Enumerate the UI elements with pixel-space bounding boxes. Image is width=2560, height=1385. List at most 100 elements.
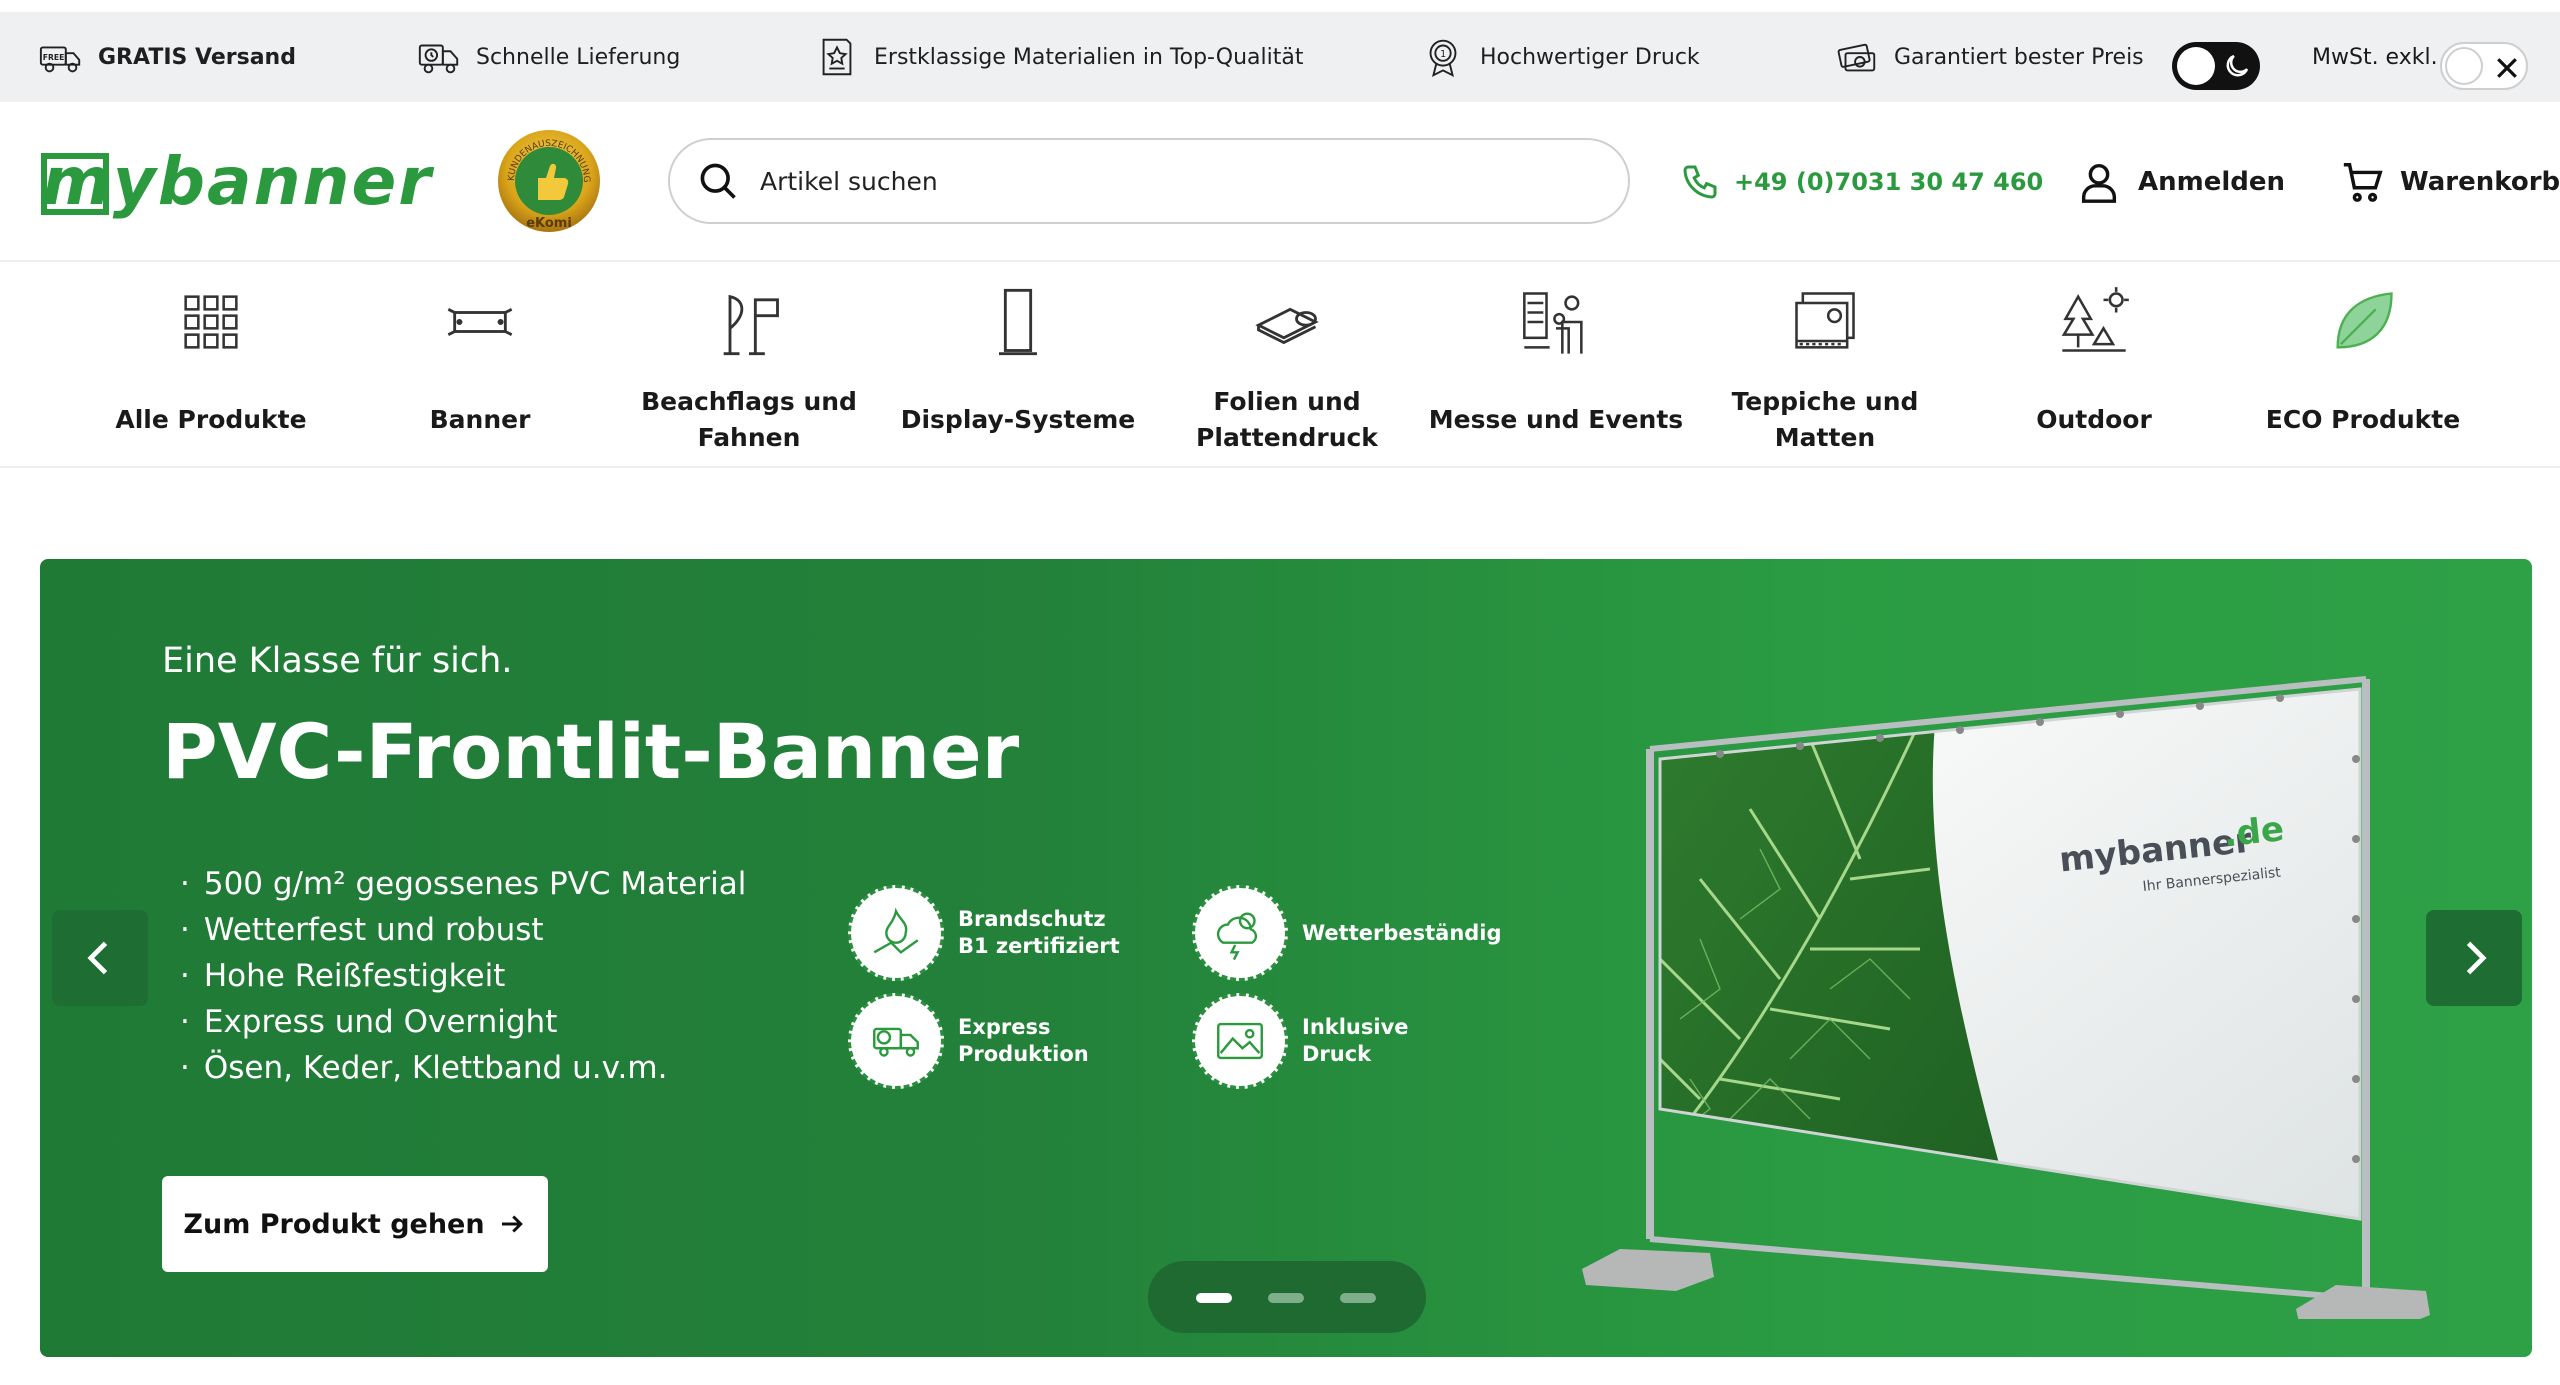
feature-label: Wetterbeständig: [1302, 920, 1502, 945]
svg-text:FREE: FREE: [43, 53, 65, 62]
slider-dot-2[interactable]: [1268, 1293, 1304, 1303]
vat-label: MwSt. exkl.: [2312, 44, 2438, 70]
user-icon: [2081, 163, 2117, 203]
category-label: Folien und Plattendruck: [1196, 387, 1378, 452]
category-carpets[interactable]: Teppiche und Matten: [1695, 284, 1955, 454]
hero-title: PVC-Frontlit-Banner: [162, 707, 1020, 796]
fence-banner-image: mybanner .de Ihr Bannerspezialist: [1582, 676, 2430, 1319]
slider-prev-button[interactable]: [52, 910, 148, 1006]
usp-label: GRATIS Versand: [98, 44, 296, 70]
usp-bar: FREE GRATIS Versand Schnelle Lieferung E…: [0, 12, 2560, 102]
mybanner-logo[interactable]: mybanner: [38, 146, 448, 220]
cart-icon: [2343, 163, 2383, 202]
ekomi-award-badge[interactable]: KUNDENAUSZEICHNUNG eKomi: [496, 128, 602, 234]
slider-next-button[interactable]: [2426, 910, 2522, 1006]
feature-label: Brandschutz B1 zertifiziert: [958, 907, 1120, 958]
svg-text:.de: .de: [2222, 809, 2286, 855]
image-print-icon: [1217, 1022, 1263, 1060]
price-money-icon: [1837, 43, 1876, 72]
weather-icon: [1216, 912, 1258, 961]
category-label: Outdoor: [2036, 405, 2152, 434]
certificate-icon: [822, 38, 852, 76]
usp-label: Hochwertiger Druck: [1480, 44, 1700, 70]
category-label: Banner: [429, 405, 531, 434]
moon-icon: [2226, 54, 2249, 77]
dark-mode-toggle[interactable]: [2172, 42, 2260, 90]
category-outdoor[interactable]: Outdoor: [1964, 284, 2224, 454]
phone-icon: [1683, 165, 1717, 199]
svg-text:1: 1: [1440, 49, 1446, 60]
banner-icon: [447, 308, 513, 336]
category-label: Alle Produkte: [115, 405, 307, 434]
search-input[interactable]: [760, 166, 1580, 196]
chevron-right-icon: [2466, 941, 2487, 975]
slider-pagination: [1148, 1261, 1426, 1333]
phone-link[interactable]: +49 (0)7031 30 47 460: [1680, 142, 2043, 222]
toggle-knob: [2177, 47, 2215, 85]
search-bar[interactable]: [668, 138, 1630, 224]
express-truck-icon: [873, 1027, 919, 1057]
category-label: Display-Systeme: [900, 405, 1136, 434]
hero-bullet: 500 g/m² gegossenes PVC Material: [180, 861, 746, 907]
arrow-right-icon: [501, 1215, 523, 1233]
category-display-systems[interactable]: Display-Systeme: [888, 284, 1148, 454]
hero-bullet: Express und Overnight: [180, 999, 746, 1045]
category-fairs-events[interactable]: Messe und Events: [1426, 284, 1686, 454]
feature-fire-protection: Brandschutz B1 zertifiziert: [848, 885, 1138, 981]
svg-text:eKomi: eKomi: [526, 216, 572, 231]
usp-materials: Erstklassige Materialien in Top-Qualität: [814, 12, 1303, 102]
category-beachflags[interactable]: Beachflags und Fahnen: [619, 284, 879, 454]
vat-toggle[interactable]: [2440, 42, 2528, 90]
usp-label: Schnelle Lieferung: [476, 44, 681, 70]
usp-free-shipping: FREE GRATIS Versand: [38, 12, 296, 102]
feature-icon-circle: [1192, 993, 1288, 1089]
svg-text:mybanner: mybanner: [42, 146, 434, 220]
chevron-left-icon: [87, 941, 108, 975]
slider-dot-1[interactable]: [1196, 1293, 1232, 1303]
hero-bullet: Wetterfest und robust: [180, 907, 746, 953]
fire-protection-icon: [873, 907, 919, 954]
foil-roll-icon: [1255, 307, 1319, 345]
usp-fast-delivery: Schnelle Lieferung: [416, 12, 680, 102]
login-button[interactable]: Anmelden: [2076, 142, 2285, 222]
award-medal-icon: 1: [1429, 39, 1457, 77]
fast-delivery-truck-icon: [418, 44, 459, 74]
feature-icon-circle: [1192, 885, 1288, 981]
hero-bullet: Hohe Reißfestigkeit: [180, 953, 746, 999]
cta-label: Zum Produkt gehen: [183, 1208, 485, 1240]
usp-label: Garantiert bester Preis: [1894, 44, 2144, 70]
hero-slider: Eine Klasse für sich. PVC-Frontlit-Banne…: [40, 559, 2532, 1357]
beachflag-icon: [723, 294, 779, 356]
usp-label: Erstklassige Materialien in Top-Qualität: [874, 44, 1304, 70]
slider-dot-3[interactable]: [1340, 1293, 1376, 1303]
trees-icon: [2061, 287, 2129, 352]
grid-icon: [184, 295, 238, 349]
cart-label: Warenkorb: [2400, 167, 2560, 197]
category-foils[interactable]: Folien und Plattendruck: [1157, 284, 1417, 454]
leaf-icon: [2336, 292, 2393, 349]
hero-bullet: Ösen, Keder, Klettband u.v.m.: [180, 1045, 746, 1091]
phone-number: +49 (0)7031 30 47 460: [1734, 168, 2044, 196]
feature-print: Inklusive Druck: [1192, 993, 1482, 1089]
category-all-products[interactable]: Alle Produkte: [81, 284, 341, 454]
feature-icon-circle: [848, 993, 944, 1089]
category-label: Teppiche und Matten: [1731, 387, 1919, 452]
category-banner[interactable]: Banner: [350, 284, 610, 454]
usp-print: 1 Hochwertiger Druck: [1420, 12, 1700, 102]
category-label: Beachflags und Fahnen: [641, 387, 857, 452]
feature-label: Express Produktion: [958, 1015, 1089, 1066]
category-eco-products[interactable]: ECO Produkte: [2233, 284, 2493, 454]
close-icon: [2497, 58, 2517, 78]
fair-stand-icon: [1523, 292, 1583, 354]
site-header: mybanner KUNDENAUSZEICHNUNG eKomi +49 (0…: [0, 102, 2560, 262]
toggle-knob: [2445, 47, 2483, 85]
category-nav: Alle Produkte Banner Beachflags und Fahn…: [0, 264, 2560, 468]
cart-button[interactable]: Warenkorb: [2340, 142, 2560, 222]
search-icon: [700, 163, 736, 199]
category-label: Messe und Events: [1428, 405, 1684, 434]
hero-bullet-list: 500 g/m² gegossenes PVC Material Wetterf…: [180, 861, 746, 1091]
rollup-display-icon: [999, 288, 1037, 356]
feature-express: Express Produktion: [848, 993, 1138, 1089]
category-label: ECO Produkte: [2265, 405, 2461, 434]
go-to-product-button[interactable]: Zum Produkt gehen: [162, 1176, 548, 1272]
